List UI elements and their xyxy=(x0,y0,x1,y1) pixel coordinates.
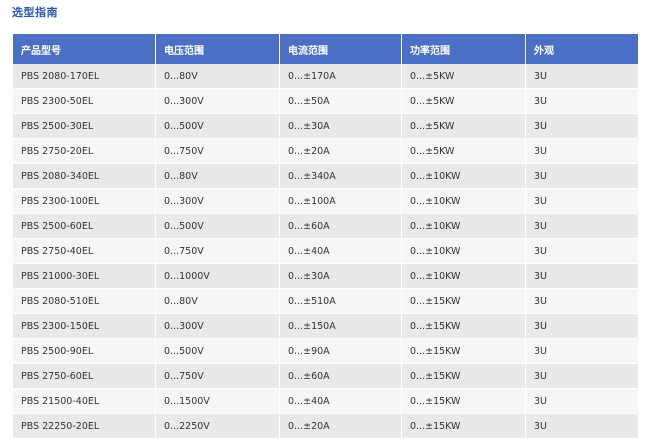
cell-power: 0...±15KW xyxy=(402,389,526,414)
table-row: PBS 2300-150EL 0...300V 0...±150A 0...±15KW… xyxy=(13,314,638,339)
table-row: PBS 2500-60EL 0...500V 0...±60A 0...±10KW 3U xyxy=(13,214,638,239)
cell-model: PBS 2750-40EL xyxy=(13,239,156,264)
cell-model: PBS 21000-30EL xyxy=(13,264,156,289)
cell-current: 0...±100A xyxy=(280,189,402,214)
cell-model: PBS 22250-20EL xyxy=(13,414,156,439)
cell-voltage: 0...80V xyxy=(156,164,280,189)
cell-appearance: 3U xyxy=(526,164,638,189)
cell-power: 0...±10KW xyxy=(402,164,526,189)
cell-current: 0...±90A xyxy=(280,339,402,364)
cell-appearance: 3U xyxy=(526,289,638,314)
cell-power: 0...±5KW xyxy=(402,139,526,164)
cell-model: PBS 2750-60EL xyxy=(13,364,156,389)
table-row: PBS 2300-50EL 0...300V 0...±50A 0...±5KW 3U xyxy=(13,89,638,114)
cell-appearance: 3U xyxy=(526,64,638,89)
table-row: PBS 2750-60EL 0...750V 0...±60A 0...±15KW 3U xyxy=(13,364,638,389)
cell-voltage: 0...750V xyxy=(156,139,280,164)
cell-appearance: 3U xyxy=(526,339,638,364)
cell-current: 0...±340A xyxy=(280,164,402,189)
cell-power: 0...±5KW xyxy=(402,114,526,139)
table-row: PBS 2750-20EL 0...750V 0...±20A 0...±5KW 3U xyxy=(13,139,638,164)
selection-guide-table: 产品型号 电压范围 电流范围 功率范围 外观 PBS 2080-170EL 0..… xyxy=(13,34,638,439)
cell-voltage: 0...750V xyxy=(156,239,280,264)
table-row: PBS 2080-340EL 0...80V 0...±340A 0...±10KW 3… xyxy=(13,164,638,189)
cell-model: PBS 2500-90EL xyxy=(13,339,156,364)
cell-model: PBS 2500-60EL xyxy=(13,214,156,239)
cell-voltage: 0...80V xyxy=(156,64,280,89)
table-row: PBS 2300-100EL 0...300V 0...±100A 0...±10KW… xyxy=(13,189,638,214)
cell-voltage: 0...1000V xyxy=(156,264,280,289)
cell-voltage: 0...80V xyxy=(156,289,280,314)
cell-model: PBS 2080-340EL xyxy=(13,164,156,189)
cell-model: PBS 2300-100EL xyxy=(13,189,156,214)
table-body: PBS 2080-170EL 0...80V 0...±170A 0...±5KW 3U… xyxy=(13,64,638,439)
cell-current: 0...±170A xyxy=(280,64,402,89)
table-row: PBS 21000-30EL 0...1000V 0...±30A 0...±10KW… xyxy=(13,264,638,289)
cell-current: 0...±40A xyxy=(280,239,402,264)
table-row: PBS 2500-90EL 0...500V 0...±90A 0...±15KW 3U xyxy=(13,339,638,364)
cell-appearance: 3U xyxy=(526,414,638,439)
cell-current: 0...±40A xyxy=(280,389,402,414)
cell-power: 0...±15KW xyxy=(402,314,526,339)
cell-voltage: 0...500V xyxy=(156,214,280,239)
table-row: PBS 2080-170EL 0...80V 0...±170A 0...±5KW 3U xyxy=(13,64,638,89)
cell-model: PBS 2300-150EL xyxy=(13,314,156,339)
cell-appearance: 3U xyxy=(526,364,638,389)
cell-power: 0...±10KW xyxy=(402,264,526,289)
table-header-row: 产品型号 电压范围 电流范围 功率范围 外观 xyxy=(13,34,638,64)
cell-model: PBS 2500-30EL xyxy=(13,114,156,139)
cell-power: 0...±10KW xyxy=(402,189,526,214)
cell-appearance: 3U xyxy=(526,389,638,414)
cell-voltage: 0...300V xyxy=(156,189,280,214)
cell-model: PBS 21500-40EL xyxy=(13,389,156,414)
cell-appearance: 3U xyxy=(526,214,638,239)
cell-current: 0...±20A xyxy=(280,139,402,164)
cell-model: PBS 2080-170EL xyxy=(13,64,156,89)
cell-power: 0...±15KW xyxy=(402,289,526,314)
cell-power: 0...±15KW xyxy=(402,339,526,364)
cell-current: 0...±150A xyxy=(280,314,402,339)
cell-power: 0...±10KW xyxy=(402,239,526,264)
page-title: 选型指南 xyxy=(12,6,58,19)
cell-model: PBS 2750-20EL xyxy=(13,139,156,164)
cell-appearance: 3U xyxy=(526,89,638,114)
header-appearance: 外观 xyxy=(526,34,638,64)
cell-model: PBS 2080-510EL xyxy=(13,289,156,314)
cell-model: PBS 2300-50EL xyxy=(13,89,156,114)
cell-power: 0...±10KW xyxy=(402,214,526,239)
cell-voltage: 0...750V xyxy=(156,364,280,389)
cell-appearance: 3U xyxy=(526,264,638,289)
table-row: PBS 21500-40EL 0...1500V 0...±40A 0...±15KW… xyxy=(13,389,638,414)
table-row: PBS 2750-40EL 0...750V 0...±40A 0...±10KW 3U xyxy=(13,239,638,264)
cell-current: 0...±30A xyxy=(280,264,402,289)
cell-voltage: 0...2250V xyxy=(156,414,280,439)
cell-voltage: 0...1500V xyxy=(156,389,280,414)
cell-power: 0...±5KW xyxy=(402,64,526,89)
cell-power: 0...±5KW xyxy=(402,89,526,114)
cell-power: 0...±15KW xyxy=(402,414,526,439)
cell-current: 0...±60A xyxy=(280,364,402,389)
header-voltage-range: 电压范围 xyxy=(156,34,280,64)
cell-power: 0...±15KW xyxy=(402,364,526,389)
header-power-range: 功率范围 xyxy=(402,34,526,64)
cell-voltage: 0...300V xyxy=(156,89,280,114)
cell-voltage: 0...500V xyxy=(156,339,280,364)
cell-appearance: 3U xyxy=(526,239,638,264)
table-row: PBS 2080-510EL 0...80V 0...±510A 0...±15KW 3… xyxy=(13,289,638,314)
header-current-range: 电流范围 xyxy=(280,34,402,64)
cell-appearance: 3U xyxy=(526,114,638,139)
cell-current: 0...±510A xyxy=(280,289,402,314)
cell-voltage: 0...500V xyxy=(156,114,280,139)
cell-voltage: 0...300V xyxy=(156,314,280,339)
table-row: PBS 2500-30EL 0...500V 0...±30A 0...±5KW 3U xyxy=(13,114,638,139)
cell-current: 0...±30A xyxy=(280,114,402,139)
header-model: 产品型号 xyxy=(13,34,156,64)
cell-appearance: 3U xyxy=(526,189,638,214)
cell-appearance: 3U xyxy=(526,139,638,164)
cell-current: 0...±50A xyxy=(280,89,402,114)
cell-current: 0...±20A xyxy=(280,414,402,439)
cell-appearance: 3U xyxy=(526,314,638,339)
table-row: PBS 22250-20EL 0...2250V 0...±20A 0...±15KW… xyxy=(13,414,638,439)
cell-current: 0...±60A xyxy=(280,214,402,239)
